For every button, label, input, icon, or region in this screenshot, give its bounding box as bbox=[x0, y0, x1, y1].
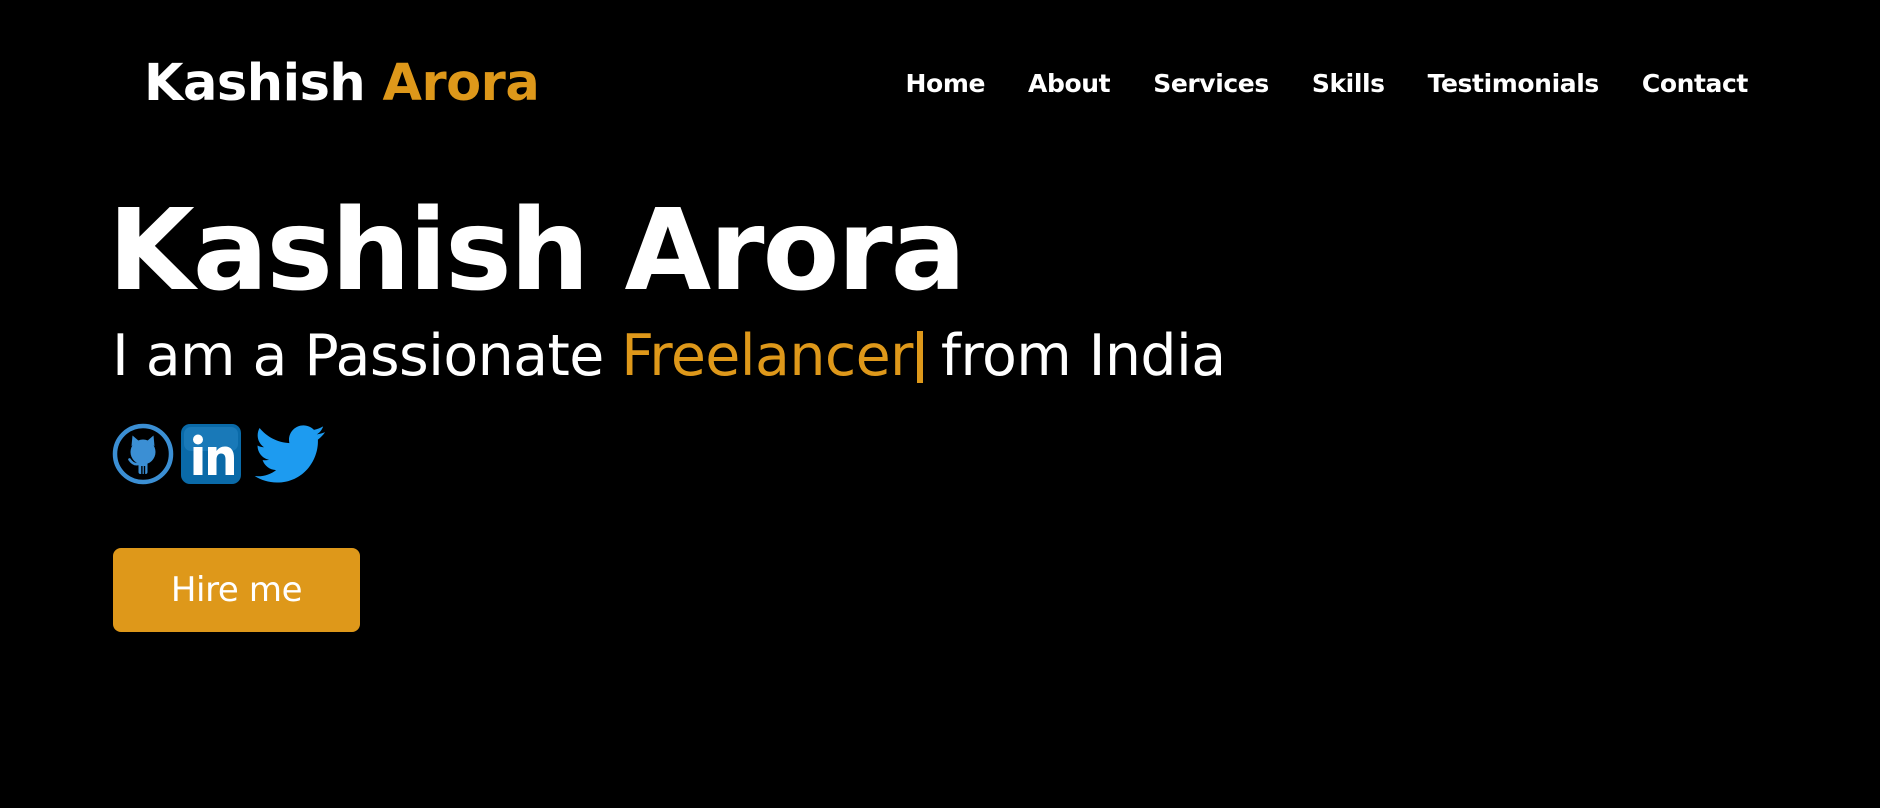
logo-first-name: Kashish bbox=[144, 54, 366, 113]
linkedin-icon bbox=[181, 424, 241, 484]
nav-item-about: About bbox=[1028, 66, 1111, 102]
nav-item-services: Services bbox=[1153, 66, 1269, 102]
social-links bbox=[112, 423, 330, 485]
site-logo[interactable]: Kashish Arora bbox=[144, 54, 540, 114]
nav-link-skills[interactable]: Skills bbox=[1312, 69, 1385, 98]
github-link[interactable] bbox=[112, 423, 174, 485]
hero-subtitle: I am a Passionate Freelancer from India bbox=[112, 322, 1226, 390]
nav-link-contact[interactable]: Contact bbox=[1642, 69, 1749, 98]
nav-item-home: Home bbox=[906, 66, 986, 102]
nav-link-home[interactable]: Home bbox=[906, 69, 986, 98]
github-icon bbox=[112, 423, 174, 485]
subtitle-suffix: from India bbox=[940, 323, 1226, 389]
subtitle-prefix: I am a Passionate bbox=[112, 323, 604, 389]
nav-item-testimonials: Testimonials bbox=[1428, 66, 1600, 102]
hire-me-button[interactable]: Hire me bbox=[113, 548, 360, 632]
twitter-link[interactable] bbox=[248, 423, 330, 485]
logo-last-name: Arora bbox=[382, 54, 540, 113]
hero-title: Kashish Arora bbox=[108, 186, 966, 316]
nav-menu: Home About Services Skills Testimonials … bbox=[906, 66, 1749, 102]
twitter-icon bbox=[254, 425, 326, 483]
navbar: Kashish Arora Home About Services Skills… bbox=[0, 0, 1880, 170]
nav-item-contact: Contact bbox=[1642, 66, 1749, 102]
typing-cursor bbox=[916, 331, 923, 383]
typed-role-text: Freelancer bbox=[621, 323, 913, 389]
nav-link-about[interactable]: About bbox=[1028, 69, 1111, 98]
nav-link-services[interactable]: Services bbox=[1153, 69, 1269, 98]
linkedin-link[interactable] bbox=[180, 423, 242, 485]
nav-link-testimonials[interactable]: Testimonials bbox=[1428, 69, 1600, 98]
nav-item-skills: Skills bbox=[1312, 66, 1385, 102]
